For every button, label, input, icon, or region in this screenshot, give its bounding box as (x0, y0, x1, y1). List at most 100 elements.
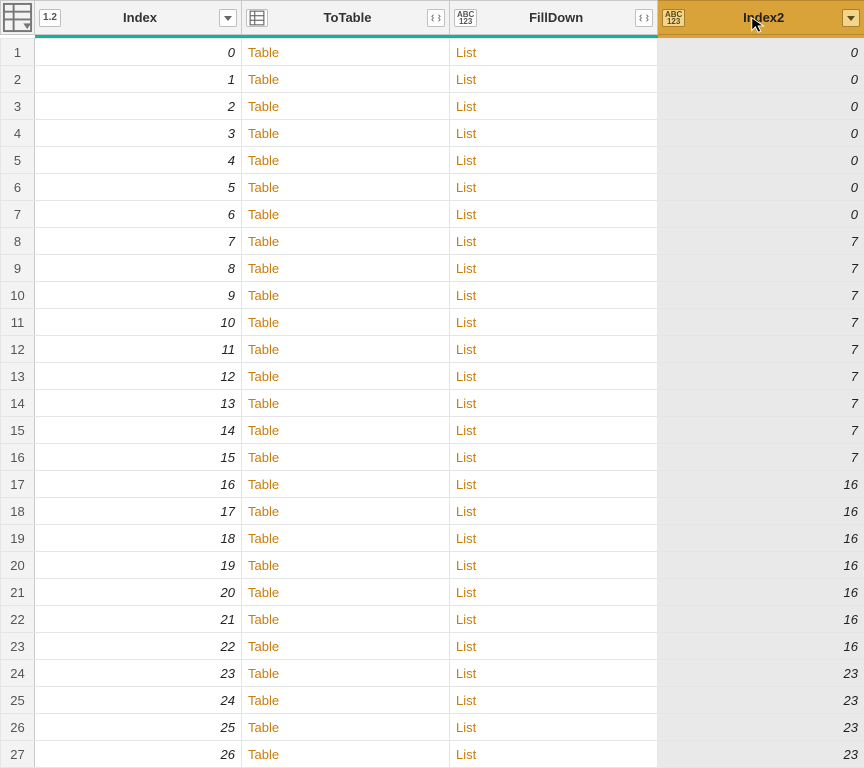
cell-filldown-link[interactable]: List (450, 120, 658, 147)
cell-index2[interactable]: 0 (658, 93, 864, 120)
table-row[interactable]: 2726TableList23 (1, 741, 864, 768)
cell-index2[interactable]: 0 (658, 201, 864, 228)
cell-index[interactable]: 16 (35, 471, 242, 498)
cell-index[interactable]: 12 (35, 363, 242, 390)
cell-index2[interactable]: 16 (658, 552, 864, 579)
cell-filldown-link[interactable]: List (450, 147, 658, 174)
cell-filldown-link[interactable]: List (450, 660, 658, 687)
cell-totable-link[interactable]: Table (242, 120, 450, 147)
cell-index2[interactable]: 16 (658, 606, 864, 633)
row-number-cell[interactable]: 14 (1, 390, 35, 417)
cell-index[interactable]: 8 (35, 255, 242, 282)
row-number-cell[interactable]: 22 (1, 606, 35, 633)
cell-totable-link[interactable]: Table (242, 147, 450, 174)
cell-index2[interactable]: 0 (658, 147, 864, 174)
cell-index2[interactable]: 7 (658, 282, 864, 309)
cell-index[interactable]: 19 (35, 552, 242, 579)
cell-index[interactable]: 26 (35, 741, 242, 768)
cell-index2[interactable]: 7 (658, 228, 864, 255)
row-number-cell[interactable]: 9 (1, 255, 35, 282)
cell-filldown-link[interactable]: List (450, 390, 658, 417)
table-row[interactable]: 2524TableList23 (1, 687, 864, 714)
table-row[interactable]: 1716TableList16 (1, 471, 864, 498)
cell-filldown-link[interactable]: List (450, 444, 658, 471)
cell-totable-link[interactable]: Table (242, 444, 450, 471)
row-number-cell[interactable]: 12 (1, 336, 35, 363)
cell-index2[interactable]: 0 (658, 66, 864, 93)
cell-index[interactable]: 4 (35, 147, 242, 174)
cell-filldown-link[interactable]: List (450, 525, 658, 552)
cell-index[interactable]: 21 (35, 606, 242, 633)
filter-dropdown-button[interactable] (219, 9, 237, 27)
cell-filldown-link[interactable]: List (450, 741, 658, 768)
table-row[interactable]: 87TableList7 (1, 228, 864, 255)
cell-totable-link[interactable]: Table (242, 525, 450, 552)
row-number-cell[interactable]: 25 (1, 687, 35, 714)
cell-index[interactable]: 11 (35, 336, 242, 363)
cell-index[interactable]: 1 (35, 66, 242, 93)
cell-index2[interactable]: 23 (658, 741, 864, 768)
row-number-cell[interactable]: 17 (1, 471, 35, 498)
cell-index[interactable]: 20 (35, 579, 242, 606)
table-row[interactable]: 1817TableList16 (1, 498, 864, 525)
column-header-index[interactable]: 1.2 Index (35, 1, 242, 35)
table-row[interactable]: 32TableList0 (1, 93, 864, 120)
table-row[interactable]: 2120TableList16 (1, 579, 864, 606)
cell-index2[interactable]: 23 (658, 660, 864, 687)
table-row[interactable]: 10TableList0 (1, 39, 864, 66)
cell-index2[interactable]: 7 (658, 309, 864, 336)
table-row[interactable]: 43TableList0 (1, 120, 864, 147)
row-number-cell[interactable]: 16 (1, 444, 35, 471)
cell-index[interactable]: 5 (35, 174, 242, 201)
cell-index[interactable]: 6 (35, 201, 242, 228)
cell-totable-link[interactable]: Table (242, 201, 450, 228)
cell-index[interactable]: 22 (35, 633, 242, 660)
row-number-cell[interactable]: 18 (1, 498, 35, 525)
row-number-cell[interactable]: 24 (1, 660, 35, 687)
cell-index2[interactable]: 7 (658, 255, 864, 282)
cell-index[interactable]: 15 (35, 444, 242, 471)
row-number-cell[interactable]: 7 (1, 201, 35, 228)
cell-totable-link[interactable]: Table (242, 363, 450, 390)
table-row[interactable]: 65TableList0 (1, 174, 864, 201)
row-number-cell[interactable]: 8 (1, 228, 35, 255)
row-number-cell[interactable]: 10 (1, 282, 35, 309)
table-row[interactable]: 1918TableList16 (1, 525, 864, 552)
cell-totable-link[interactable]: Table (242, 390, 450, 417)
filter-dropdown-button[interactable] (842, 9, 860, 27)
cell-totable-link[interactable]: Table (242, 309, 450, 336)
table-row[interactable]: 76TableList0 (1, 201, 864, 228)
row-number-cell[interactable]: 21 (1, 579, 35, 606)
cell-totable-link[interactable]: Table (242, 471, 450, 498)
cell-index[interactable]: 25 (35, 714, 242, 741)
cell-totable-link[interactable]: Table (242, 498, 450, 525)
cell-filldown-link[interactable]: List (450, 93, 658, 120)
table-row[interactable]: 1110TableList7 (1, 309, 864, 336)
row-number-cell[interactable]: 15 (1, 417, 35, 444)
table-row[interactable]: 1312TableList7 (1, 363, 864, 390)
cell-filldown-link[interactable]: List (450, 201, 658, 228)
select-all-cell[interactable] (1, 1, 35, 35)
column-header-totable[interactable]: ToTable (242, 1, 450, 35)
expand-column-button[interactable] (427, 9, 445, 27)
row-number-cell[interactable]: 1 (1, 39, 35, 66)
cell-filldown-link[interactable]: List (450, 336, 658, 363)
row-number-cell[interactable]: 27 (1, 741, 35, 768)
cell-index2[interactable]: 7 (658, 417, 864, 444)
cell-filldown-link[interactable]: List (450, 687, 658, 714)
table-row[interactable]: 1211TableList7 (1, 336, 864, 363)
cell-totable-link[interactable]: Table (242, 660, 450, 687)
row-number-cell[interactable]: 4 (1, 120, 35, 147)
cell-totable-link[interactable]: Table (242, 174, 450, 201)
cell-totable-link[interactable]: Table (242, 579, 450, 606)
row-number-cell[interactable]: 5 (1, 147, 35, 174)
cell-filldown-link[interactable]: List (450, 363, 658, 390)
cell-index[interactable]: 13 (35, 390, 242, 417)
row-number-cell[interactable]: 19 (1, 525, 35, 552)
table-row[interactable]: 1413TableList7 (1, 390, 864, 417)
cell-totable-link[interactable]: Table (242, 66, 450, 93)
table-row[interactable]: 21TableList0 (1, 66, 864, 93)
table-row[interactable]: 2625TableList23 (1, 714, 864, 741)
column-header-index2[interactable]: ABC123 Index2 (658, 1, 864, 35)
table-row[interactable]: 2221TableList16 (1, 606, 864, 633)
